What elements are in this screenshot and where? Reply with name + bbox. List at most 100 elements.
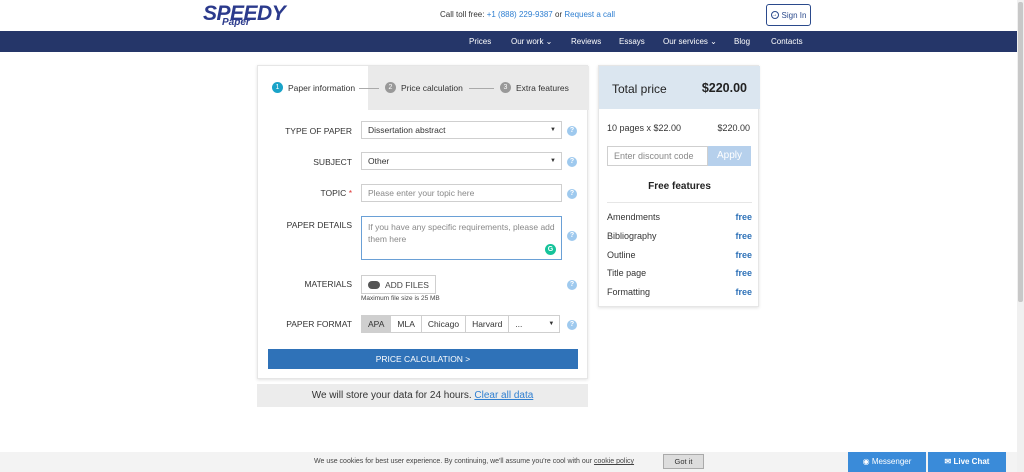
step-paper-information[interactable]: 1 Paper information <box>272 82 355 93</box>
step-connector <box>359 88 379 89</box>
step-number: 2 <box>385 82 396 93</box>
top-header: SPEEDY Paper Call toll free: +1 (888) 22… <box>0 0 1024 31</box>
live-chat-label: Live Chat <box>953 457 990 466</box>
price-calc-text: 10 pages x $22.00 <box>607 123 682 133</box>
or-text: or <box>555 10 563 19</box>
price-calculation-button[interactable]: PRICE CALCULATION > <box>268 349 578 369</box>
chevron-down-icon: ▼ <box>550 158 556 164</box>
request-call-link[interactable]: Request a call <box>564 10 615 19</box>
sign-in-button[interactable]: → Sign In <box>766 4 811 26</box>
format-chicago[interactable]: Chicago <box>421 316 467 332</box>
step-number: 1 <box>272 82 283 93</box>
grammarly-icon[interactable]: G <box>545 244 556 255</box>
subject-value: Other <box>368 156 390 166</box>
help-icon[interactable]: ? <box>567 231 577 241</box>
feature-name: Amendments <box>607 212 661 222</box>
feature-name: Bibliography <box>607 231 657 241</box>
nav-essays[interactable]: Essays <box>619 31 645 52</box>
feature-row: Outline free <box>607 250 752 260</box>
step-extra-features[interactable]: 3 Extra features <box>500 82 569 93</box>
paper-details-textarea[interactable]: If you have any specific requirements, p… <box>361 216 562 260</box>
sign-in-icon: → <box>770 11 779 19</box>
materials-label: MATERIALS <box>304 279 352 289</box>
page-scrollbar[interactable] <box>1017 0 1024 472</box>
paper-format-label: PAPER FORMAT <box>286 319 352 329</box>
messenger-label: Messenger <box>871 457 912 466</box>
format-mla[interactable]: MLA <box>391 316 422 332</box>
cookie-message: We use cookies for best user experience.… <box>314 458 593 465</box>
nav-prices[interactable]: Prices <box>469 31 491 52</box>
paper-format-group: APA MLA Chicago Harvard ... ▼ <box>361 315 561 333</box>
toll-free-line: Call toll free: +1 (888) 229-9387 or Req… <box>440 10 615 19</box>
total-price-header: Total price $220.00 <box>599 66 760 109</box>
messenger-icon: ◉ <box>862 457 870 466</box>
nav-blog[interactable]: Blog <box>734 31 750 52</box>
got-it-button[interactable]: Got it <box>663 454 704 469</box>
nav-reviews[interactable]: Reviews <box>571 31 601 52</box>
feature-price: free <box>735 212 752 222</box>
feature-row: Formatting free <box>607 287 752 297</box>
order-form: 1 Paper information 2 Price calculation … <box>257 65 589 379</box>
order-steps: 1 Paper information 2 Price calculation … <box>258 66 589 110</box>
data-storage-text: We will store your data for 24 hours. <box>311 390 472 401</box>
nav-contacts[interactable]: Contacts <box>771 31 803 52</box>
data-storage-note: We will store your data for 24 hours. Cl… <box>257 384 588 407</box>
step-label: Paper information <box>288 82 356 93</box>
feature-row: Bibliography free <box>607 231 752 241</box>
feature-row: Amendments free <box>607 212 752 222</box>
type-of-paper-label: TYPE OF PAPER <box>285 126 352 136</box>
feature-price: free <box>735 250 752 260</box>
messenger-button[interactable]: ◉ Messenger <box>848 452 926 472</box>
feature-price: free <box>735 287 752 297</box>
price-calc-value: $220.00 <box>717 123 750 133</box>
feature-row: Title page free <box>607 268 752 278</box>
feature-name: Title page <box>607 268 647 278</box>
free-features-title: Free features <box>648 181 711 192</box>
topic-label: TOPIC * <box>320 188 352 198</box>
format-apa[interactable]: APA <box>362 316 392 332</box>
format-more-select[interactable]: ... ▼ <box>509 316 560 332</box>
subject-label: SUBJECT <box>313 157 352 167</box>
sign-in-label: Sign In <box>781 10 807 20</box>
toll-free-label: Call toll free: <box>440 10 485 19</box>
logo-subtext: Paper <box>222 17 250 28</box>
divider <box>607 202 752 203</box>
help-icon[interactable]: ? <box>567 189 577 199</box>
scrollbar-thumb[interactable] <box>1018 2 1023 302</box>
step-label: Extra features <box>516 82 569 93</box>
help-icon[interactable]: ? <box>567 126 577 136</box>
nav-our-work[interactable]: Our work ⌄ <box>511 31 552 52</box>
feature-name: Formatting <box>607 287 651 297</box>
phone-link[interactable]: +1 (888) 229-9387 <box>487 10 553 19</box>
nav-our-services[interactable]: Our services ⌄ <box>663 31 717 52</box>
step-price-calculation[interactable]: 2 Price calculation <box>385 82 463 93</box>
required-marker: * <box>348 188 352 198</box>
help-icon[interactable]: ? <box>567 320 577 330</box>
help-icon[interactable]: ? <box>567 280 577 290</box>
add-files-button[interactable]: ADD FILES <box>361 275 436 294</box>
apply-discount-button[interactable]: Apply <box>708 146 751 166</box>
clear-data-link[interactable]: Clear all data <box>474 390 533 401</box>
format-harvard[interactable]: Harvard <box>466 316 510 332</box>
speedypaper-logo[interactable]: SPEEDY Paper <box>203 2 286 29</box>
subject-select[interactable]: Other ▼ <box>361 152 562 170</box>
type-of-paper-value: Dissertation abstract <box>368 125 446 135</box>
chevron-down-icon: ▼ <box>550 127 556 133</box>
cloud-upload-icon <box>368 280 380 289</box>
topic-label-text: TOPIC <box>320 188 347 198</box>
feature-price: free <box>735 231 752 241</box>
cookie-text: We use cookies for best user experience.… <box>314 458 634 465</box>
main-nav: Prices Our work ⌄ Reviews Essays Our ser… <box>0 31 1017 52</box>
live-chat-button[interactable]: ✉ Live Chat <box>928 452 1006 472</box>
max-file-size-note: Maximum file size is 25 MB <box>361 295 440 302</box>
discount-code-input[interactable]: Enter discount code <box>607 146 708 166</box>
cookie-policy-link[interactable]: cookie policy <box>594 458 634 465</box>
format-more-value: ... <box>515 319 523 329</box>
price-summary: Total price $220.00 10 pages x $22.00 $2… <box>598 65 760 307</box>
step-number: 3 <box>500 82 511 93</box>
total-price-label: Total price <box>612 82 667 96</box>
help-icon[interactable]: ? <box>567 157 577 167</box>
feature-name: Outline <box>607 250 636 260</box>
type-of-paper-select[interactable]: Dissertation abstract ▼ <box>361 121 562 139</box>
topic-input[interactable]: Please enter your topic here <box>361 184 562 202</box>
